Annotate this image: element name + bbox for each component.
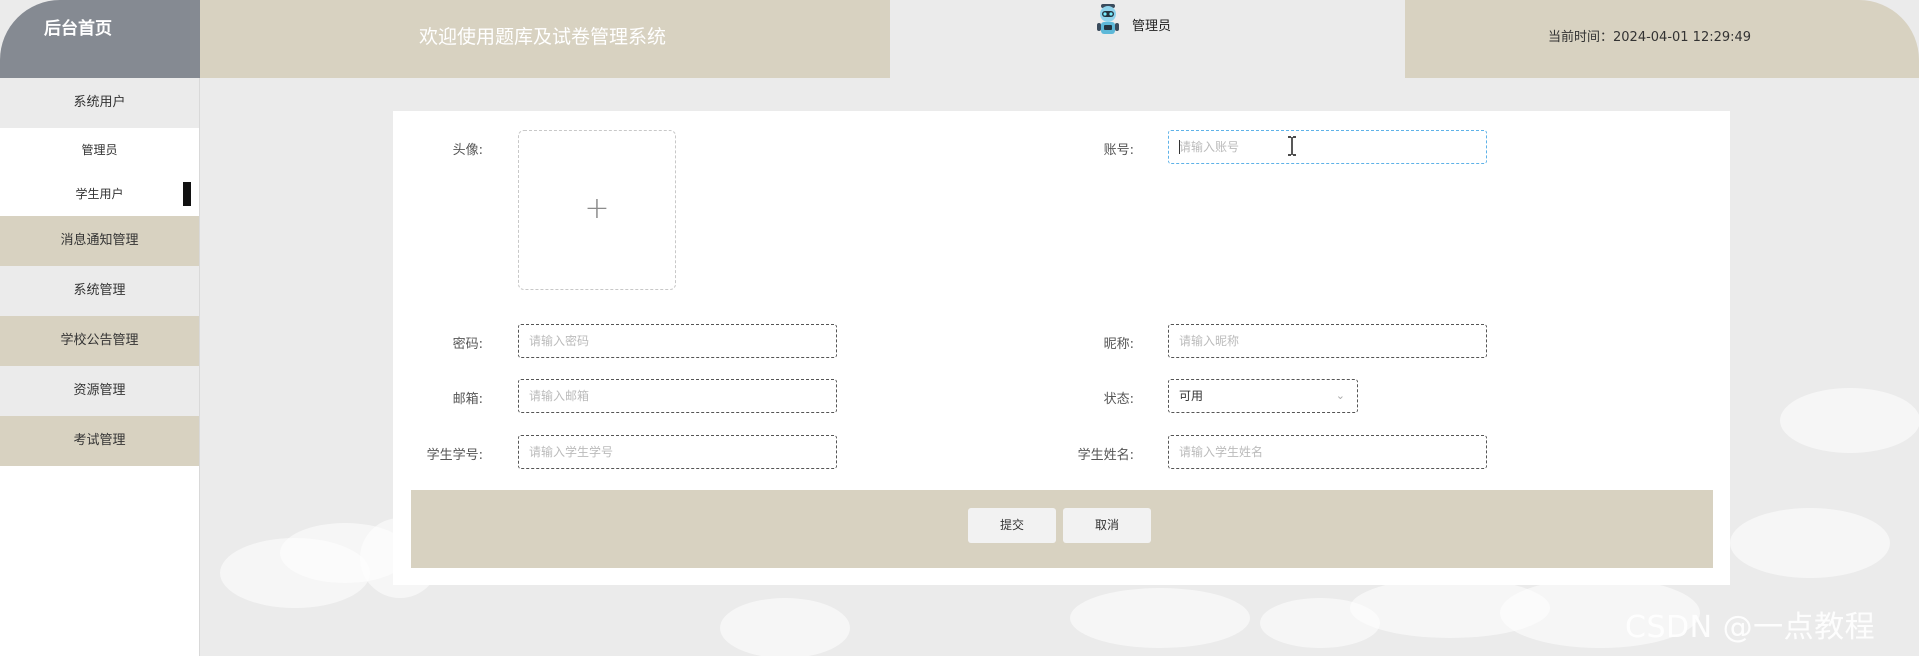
current-time: 当前时间：2024-04-01 12:29:49	[1548, 30, 1752, 45]
sidebar-item-system-manage[interactable]: 系统管理	[0, 266, 199, 316]
time-bar: 当前时间：2024-04-01 12:29:49	[1405, 0, 1919, 78]
cancel-button[interactable]: 取消	[1063, 508, 1151, 543]
account-input[interactable]: 请输入账号	[1168, 130, 1487, 164]
sidebar-subitem-student-users[interactable]: 学生用户	[0, 172, 199, 216]
nickname-input[interactable]: 请输入昵称	[1168, 324, 1487, 358]
status-select[interactable]: 可用 ⌄	[1168, 379, 1358, 413]
nickname-label: 昵称:	[1103, 337, 1134, 352]
password-placeholder: 请输入密码	[529, 334, 590, 348]
avatar-label: 头像:	[452, 143, 483, 158]
email-label: 邮箱:	[452, 392, 483, 407]
student-no-label: 学生学号:	[426, 448, 483, 463]
user-form-card: 头像: + 账号: 请输入账号 密码: 请输入密码 昵称: 请输入昵称 邮箱: …	[393, 111, 1730, 585]
user-info: 管理员	[890, 0, 1405, 78]
chevron-down-icon: ⌄	[1335, 389, 1345, 402]
user-name[interactable]: 管理员	[1132, 15, 1171, 34]
text-caret	[1179, 140, 1180, 154]
sidebar-item-resource[interactable]: 资源管理	[0, 366, 199, 416]
sidebar-item-label: 考试管理	[73, 433, 126, 448]
student-no-input[interactable]: 请输入学生学号	[518, 435, 837, 469]
sidebar-item-label: 资源管理	[73, 383, 126, 398]
email-input[interactable]: 请输入邮箱	[518, 379, 837, 413]
avatar-upload[interactable]: +	[518, 130, 676, 290]
account-label: 账号:	[1103, 143, 1134, 158]
email-placeholder: 请输入邮箱	[529, 389, 590, 403]
sidebar-item-label: 学生用户	[75, 187, 124, 201]
student-name-input[interactable]: 请输入学生姓名	[1168, 435, 1487, 469]
sidebar-item-message-notice[interactable]: 消息通知管理	[0, 216, 199, 266]
home-link[interactable]: 后台首页	[0, 0, 200, 78]
sidebar-item-exam[interactable]: 考试管理	[0, 416, 199, 466]
status-label: 状态:	[1103, 392, 1134, 407]
plus-icon: +	[584, 191, 610, 226]
submit-button[interactable]: 提交	[968, 508, 1056, 543]
password-label: 密码:	[452, 337, 483, 352]
nickname-placeholder: 请输入昵称	[1179, 334, 1240, 348]
system-title: 欢迎使用题库及试卷管理系统	[419, 26, 667, 48]
student-name-label: 学生姓名:	[1077, 448, 1134, 463]
sidebar-subitem-admin[interactable]: 管理员	[0, 128, 199, 172]
sidebar-item-system-users[interactable]: 系统用户	[0, 78, 199, 128]
title-bar: 欢迎使用题库及试卷管理系统	[200, 0, 890, 78]
status-value: 可用	[1179, 389, 1204, 403]
sidebar-item-label: 学校公告管理	[60, 333, 139, 348]
watermark: CSDN @一点教程	[1625, 610, 1876, 645]
student-name-placeholder: 请输入学生姓名	[1179, 445, 1264, 459]
sidebar-item-label: 管理员	[81, 143, 118, 157]
text-cursor-icon	[1288, 136, 1296, 156]
sidebar-item-label: 系统用户	[73, 95, 126, 110]
student-no-placeholder: 请输入学生学号	[529, 445, 614, 459]
password-input[interactable]: 请输入密码	[518, 324, 837, 358]
form-actions: 提交 取消	[411, 490, 1713, 568]
home-label[interactable]: 后台首页	[44, 14, 112, 39]
sidebar-item-school-notice[interactable]: 学校公告管理	[0, 316, 199, 366]
active-indicator	[183, 182, 191, 206]
sidebar-item-label: 消息通知管理	[60, 233, 139, 248]
account-placeholder: 请输入账号	[1179, 140, 1240, 154]
sidebar: 系统用户 管理员 学生用户 消息通知管理 系统管理 学校公告管理 资源管理 考试…	[0, 78, 200, 656]
sidebar-item-label: 系统管理	[73, 283, 126, 298]
top-header: 后台首页 欢迎使用题库及试卷管理系统 管理员 当前时间：2024-04-01 1…	[0, 0, 1919, 78]
robot-avatar-icon[interactable]	[1095, 4, 1121, 36]
